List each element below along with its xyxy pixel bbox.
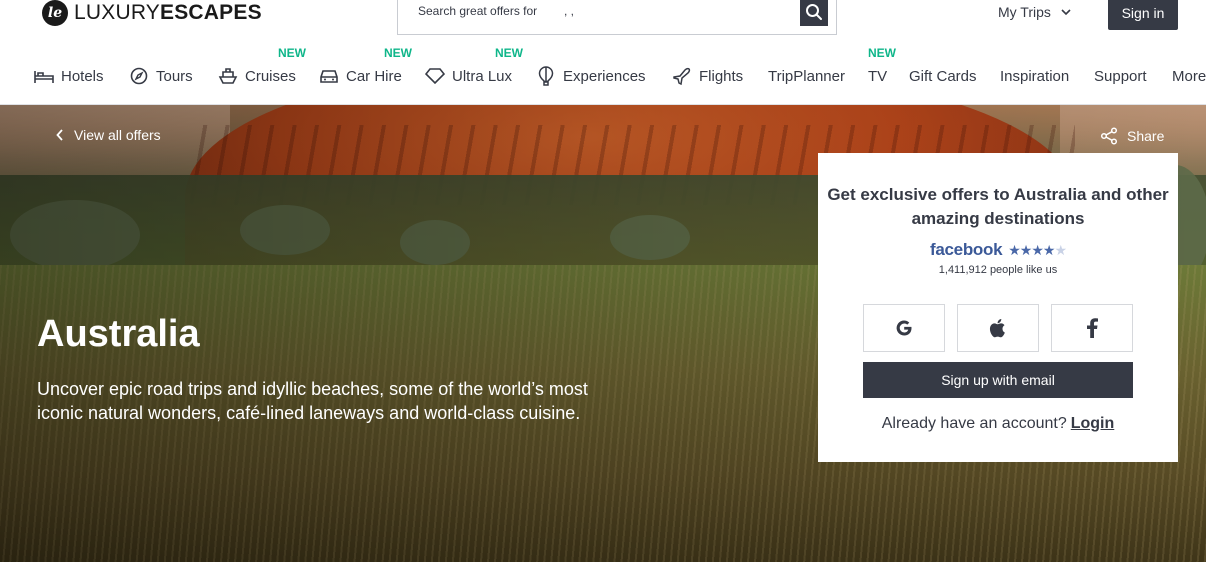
logo[interactable]: le LUXURYESCAPES — [42, 0, 262, 26]
nav-item-support[interactable]: Support — [1094, 60, 1147, 92]
rating-stars-icon: ★★★★★ — [1008, 241, 1067, 258]
top-bar: le LUXURYESCAPES Search great offers for… — [0, 0, 1206, 40]
nav-label: Car Hire — [346, 67, 402, 85]
new-badge: NEW — [868, 46, 896, 60]
destination-title: Australia — [37, 313, 200, 355]
facebook-rating: facebook ★★★★★ — [818, 240, 1178, 260]
nav-item-cruises[interactable]: NEW Cruises — [218, 46, 306, 92]
main-nav: Hotels Tours NEW Cruises NEW Car Hire NE… — [0, 44, 1206, 104]
login-prompt: Already have an account? Login — [818, 415, 1178, 433]
nav-label: Hotels — [61, 67, 104, 85]
my-trips-label: My Trips — [998, 4, 1051, 20]
bed-icon — [34, 66, 54, 86]
compass-icon — [129, 66, 149, 86]
facebook-likes: 1,411,912 people like us — [938, 264, 1058, 276]
nav-label: Inspiration — [1000, 67, 1070, 85]
nav-label: TV — [868, 67, 888, 85]
nav-label: Support — [1094, 67, 1147, 85]
google-icon — [896, 320, 912, 336]
chevron-left-icon — [56, 129, 63, 141]
nav-item-inspiration[interactable]: Inspiration — [1000, 60, 1069, 92]
share-button[interactable]: Share — [1100, 127, 1164, 145]
nav-label: TripPlanner — [768, 67, 845, 85]
view-all-offers-label: View all offers — [74, 127, 161, 143]
search-box[interactable]: Search great offers for , , — [397, 0, 837, 35]
new-badge: NEW — [384, 46, 412, 60]
nav-item-hotels[interactable]: Hotels — [34, 60, 104, 92]
diamond-icon — [425, 66, 445, 86]
signup-card: Get exclusive offers to Australia and ot… — [818, 153, 1178, 462]
new-badge: NEW — [495, 46, 523, 60]
nav-item-car-hire[interactable]: NEW Car Hire — [319, 46, 412, 92]
nav-item-ultra-lux[interactable]: NEW Ultra Lux — [425, 46, 523, 92]
google-signin-button[interactable] — [863, 304, 945, 352]
logo-monogram: le — [42, 0, 68, 26]
share-label: Share — [1127, 128, 1165, 144]
balloon-icon — [536, 66, 556, 86]
car-icon — [319, 66, 339, 86]
search-placeholder: Search great offers for — [418, 4, 538, 18]
nav-item-tours[interactable]: Tours — [129, 60, 193, 92]
nav-label: Flights — [699, 67, 744, 85]
share-icon — [1100, 127, 1118, 145]
sign-in-button[interactable]: Sign in — [1108, 0, 1178, 30]
my-trips-dropdown[interactable]: My Trips — [998, 4, 1071, 20]
search-button[interactable] — [800, 0, 828, 26]
view-all-offers-link[interactable]: View all offers — [56, 127, 161, 143]
signup-title: Get exclusive offers to Australia and ot… — [827, 185, 1169, 228]
chevron-down-icon — [1061, 8, 1071, 15]
facebook-signin-button[interactable] — [1051, 304, 1133, 352]
search-typed-text: , , — [564, 4, 575, 18]
nav-item-more[interactable]: More — [1172, 60, 1206, 92]
ship-icon — [218, 66, 238, 86]
nav-label: Experiences — [563, 67, 646, 85]
login-link[interactable]: Login — [1071, 415, 1115, 432]
nav-item-flights[interactable]: Flights — [672, 60, 743, 92]
plane-icon — [672, 66, 692, 86]
destination-description: Uncover epic road trips and idyllic beac… — [37, 379, 588, 423]
nav-item-experiences[interactable]: Experiences — [536, 60, 646, 92]
apple-signin-button[interactable] — [957, 304, 1039, 352]
nav-label: Cruises — [245, 67, 296, 85]
search-icon — [806, 4, 822, 20]
nav-label: More — [1172, 67, 1206, 85]
nav-label: Tours — [156, 67, 193, 85]
logo-wordmark: LUXURYESCAPES — [74, 1, 262, 24]
facebook-logo: facebook — [930, 240, 1003, 259]
apple-icon — [989, 319, 1005, 338]
nav-label: Gift Cards — [909, 67, 977, 85]
signup-email-button[interactable]: Sign up with email — [863, 362, 1133, 398]
nav-item-tripplanner[interactable]: TripPlanner — [768, 60, 845, 92]
facebook-icon — [1087, 318, 1098, 338]
already-account-text: Already have an account? — [881, 415, 1067, 432]
nav-item-tv[interactable]: NEW TV — [868, 46, 896, 92]
nav-label: Ultra Lux — [452, 67, 513, 85]
nav-item-gift-cards[interactable]: Gift Cards — [909, 60, 977, 92]
new-badge: NEW — [278, 46, 306, 60]
